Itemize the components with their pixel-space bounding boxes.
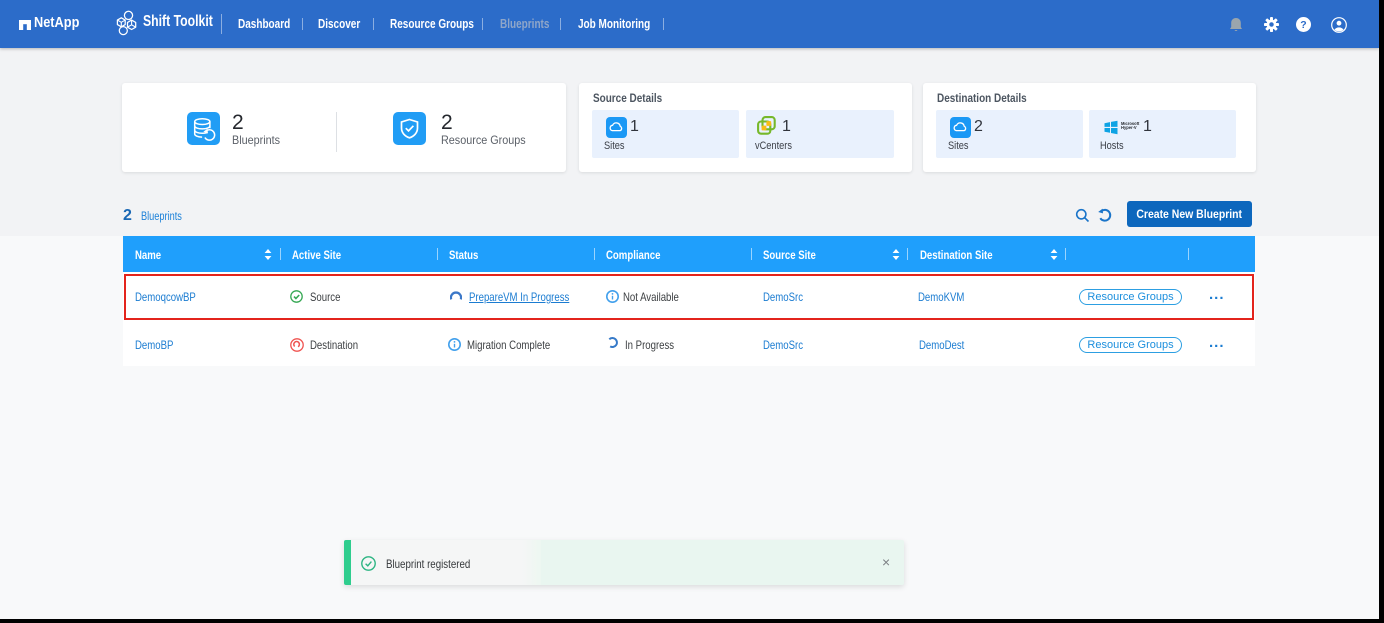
svg-text:?: ?	[1300, 19, 1306, 31]
